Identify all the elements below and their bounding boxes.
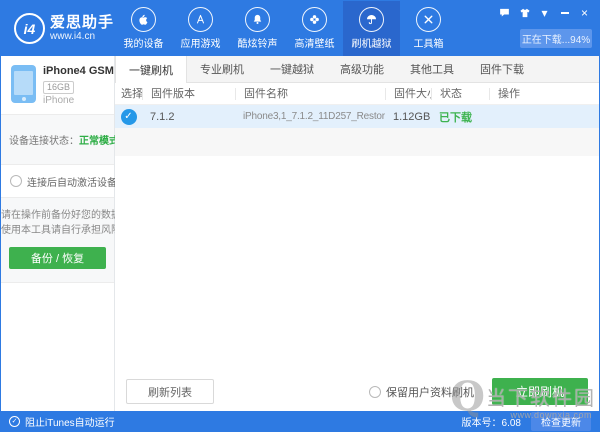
version-label: 版本号：6.08 — [462, 414, 521, 429]
block-itunes-toggle[interactable]: ✓ 阻止iTunes自动运行 — [9, 414, 115, 429]
nav-item-ringtones[interactable]: 酷炫铃声 — [229, 1, 286, 56]
firmware-version-cell: 7.1.2 — [142, 111, 235, 123]
keep-user-data-radio[interactable] — [369, 386, 381, 398]
titlebar: i4 爱思助手 www.i4.cn 我的设备 应用游戏 — [1, 1, 599, 56]
app-title: 爱思助手 — [50, 14, 114, 31]
keep-user-data-label: 保留用户资料刷机 — [386, 384, 474, 400]
col-firmware-version: 固件版本 — [142, 88, 235, 100]
bottom-actions: 刷新列表 保留用户资料刷机 立即刷机 — [115, 378, 599, 405]
device-info-panel: iPhone4 GSM 16GB iPhone — [1, 56, 114, 115]
connection-status-label: 设备连接状态： — [9, 132, 79, 147]
i4-logo-icon: i4 — [14, 13, 45, 44]
nav-item-flash-jailbreak[interactable]: 刷机越狱 — [343, 1, 400, 56]
statusbar: ✓ 阻止iTunes自动运行 版本号：6.08 检查更新 — [1, 411, 599, 431]
tab-one-click-flash[interactable]: 一键刷机 — [115, 56, 187, 83]
device-capacity-badge: 16GB — [43, 81, 74, 94]
connection-status-row: 设备连接状态：正常模式 — [1, 115, 114, 165]
close-icon[interactable]: × — [577, 6, 592, 19]
connection-status-value: 正常模式 — [79, 132, 119, 147]
auto-activate-row[interactable]: 连接后自动激活设备 — [1, 165, 114, 198]
device-name: iPhone4 GSM — [43, 65, 114, 77]
col-select: 选择 — [115, 88, 142, 100]
row-selected-check-icon[interactable]: ✓ — [121, 109, 137, 125]
apple-icon — [131, 7, 156, 32]
body-area: iPhone4 GSM 16GB iPhone 设备连接状态：正常模式 连接后自… — [1, 56, 599, 411]
warning-text-1: 请在操作前备份好您的数据 — [1, 208, 114, 223]
main-nav: 我的设备 应用游戏 酷炫铃声 高清壁纸 — [115, 1, 457, 56]
auto-activate-label: 连接后自动激活设备 — [27, 174, 117, 189]
keep-user-data-option[interactable]: 保留用户资料刷机 — [369, 384, 474, 400]
check-circle-icon: ✓ — [9, 416, 20, 427]
backup-restore-button[interactable]: 备份 / 恢复 — [9, 247, 106, 269]
skin-theme-icon[interactable] — [517, 6, 532, 19]
bell-icon — [245, 7, 270, 32]
col-firmware-name: 固件名称 — [235, 88, 385, 100]
tab-bar: 一键刷机 专业刷机 一键越狱 高级功能 其他工具 固件下载 — [115, 56, 599, 83]
auto-activate-radio[interactable] — [10, 175, 22, 187]
flower-icon — [302, 7, 327, 32]
tab-other-tools[interactable]: 其他工具 — [397, 56, 467, 82]
backup-warning-panel: 请在操作前备份好您的数据 使用本工具请自行承担风险 备份 / 恢复 — [1, 198, 114, 283]
app-url: www.i4.cn — [50, 31, 114, 43]
check-update-button[interactable]: 检查更新 — [531, 412, 591, 431]
window-controls: ▾ × — [497, 6, 592, 19]
refresh-list-button[interactable]: 刷新列表 — [126, 379, 214, 404]
minimize-icon[interactable] — [557, 6, 572, 19]
block-itunes-label: 阻止iTunes自动运行 — [25, 414, 115, 429]
appstore-icon — [188, 7, 213, 32]
wrench-icon — [416, 7, 441, 32]
menu-caret-icon[interactable]: ▾ — [537, 6, 552, 19]
feedback-icon[interactable] — [497, 6, 512, 19]
firmware-table-row[interactable]: ✓ 7.1.2 iPhone3,1_7.1.2_11D257_Restore (… — [115, 105, 599, 128]
col-firmware-size: 固件大小 — [385, 88, 431, 100]
tab-advanced-features[interactable]: 高级功能 — [327, 56, 397, 82]
flash-now-button[interactable]: 立即刷机 — [492, 378, 588, 405]
iphone-device-icon — [11, 65, 36, 103]
nav-item-toolbox[interactable]: 工具箱 — [400, 1, 457, 56]
main-panel: 一键刷机 专业刷机 一键越狱 高级功能 其他工具 固件下载 选择 固件版本 固件… — [115, 56, 599, 411]
firmware-size-cell: 1.12GB — [385, 111, 431, 123]
nav-item-wallpapers[interactable]: 高清壁纸 — [286, 1, 343, 56]
firmware-table-header: 选择 固件版本 固件名称 固件大小 状态 操作 — [115, 83, 599, 105]
tab-pro-flash[interactable]: 专业刷机 — [187, 56, 257, 82]
firmware-status-cell: 已下载 — [431, 109, 489, 125]
nav-item-my-devices[interactable]: 我的设备 — [115, 1, 172, 56]
firmware-name-cell: iPhone3,1_7.1.2_11D257_Restore (1).ipsw — [235, 111, 385, 122]
umbrella-icon — [359, 7, 384, 32]
app-window: i4 爱思助手 www.i4.cn 我的设备 应用游戏 — [0, 0, 600, 432]
sidebar: iPhone4 GSM 16GB iPhone 设备连接状态：正常模式 连接后自… — [1, 56, 115, 411]
nav-item-apps-games[interactable]: 应用游戏 — [172, 1, 229, 56]
device-model: iPhone — [43, 95, 114, 106]
tab-one-click-jailbreak[interactable]: 一键越狱 — [257, 56, 327, 82]
col-action: 操作 — [489, 88, 599, 100]
download-progress-button[interactable]: 正在下载...94% — [520, 29, 592, 48]
app-logo: i4 爱思助手 www.i4.cn — [14, 13, 115, 44]
col-status: 状态 — [431, 88, 489, 100]
empty-table-band — [115, 128, 599, 156]
tab-firmware-download[interactable]: 固件下载 — [467, 56, 537, 82]
warning-text-2: 使用本工具请自行承担风险 — [1, 223, 114, 238]
